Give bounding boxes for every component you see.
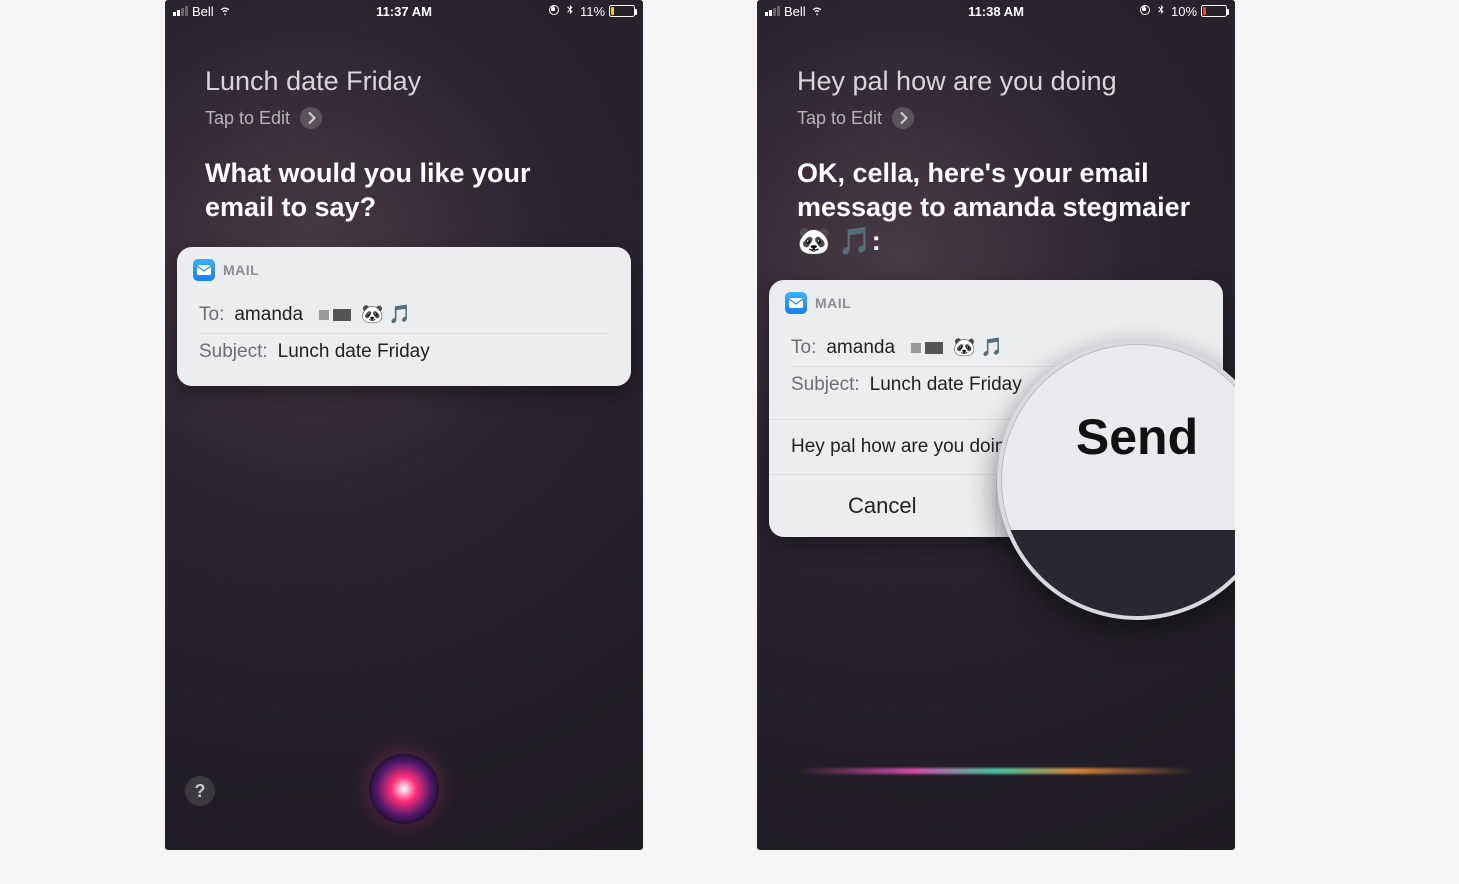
orientation-lock-icon — [1139, 4, 1151, 19]
tap-to-edit-label: Tap to Edit — [205, 108, 290, 129]
cancel-button[interactable]: Cancel — [769, 475, 996, 537]
mail-to-row[interactable]: To: amanda 🐼 🎵 — [199, 297, 609, 333]
mail-compose-card[interactable]: MAIL To: amanda 🐼 🎵 Subject: Lunch date … — [177, 247, 631, 386]
subject-label: Subject: — [199, 341, 268, 363]
chevron-right-icon — [892, 107, 914, 129]
carrier-label: Bell — [192, 4, 214, 19]
to-value: amanda — [826, 337, 895, 359]
subject-value: Lunch date Friday — [870, 374, 1022, 396]
status-bar: Bell 11:38 AM 10% — [757, 0, 1235, 22]
wifi-icon — [218, 3, 232, 20]
tap-to-edit-button[interactable]: Tap to Edit — [797, 107, 1195, 129]
contact-emoji: 🐼 🎵 — [953, 337, 1003, 359]
mail-app-icon — [785, 292, 807, 314]
contact-emoji: 🐼 🎵 — [361, 304, 411, 326]
chevron-right-icon — [300, 107, 322, 129]
cell-signal-icon — [765, 6, 780, 16]
carrier-label: Bell — [784, 4, 806, 19]
bluetooth-icon — [1155, 4, 1167, 19]
siri-user-transcript[interactable]: Lunch date Friday — [205, 66, 603, 97]
battery-pct: 11% — [580, 4, 605, 19]
siri-orb-icon[interactable] — [369, 754, 439, 824]
cell-signal-icon — [173, 6, 188, 16]
clock: 11:37 AM — [376, 4, 432, 19]
tap-to-edit-label: Tap to Edit — [797, 108, 882, 129]
redacted-name-icon — [319, 304, 351, 326]
battery-icon — [1201, 5, 1227, 17]
mail-app-label: MAIL — [815, 295, 851, 311]
clock: 11:38 AM — [968, 4, 1024, 19]
mail-app-label: MAIL — [223, 262, 259, 278]
phone-screenshot-right: Bell 11:38 AM 10% Hey pal how are you do… — [757, 0, 1235, 850]
bluetooth-icon — [564, 4, 576, 19]
mail-subject-row[interactable]: Subject: Lunch date Friday — [199, 333, 609, 370]
siri-response-text: What would you like your email to say? — [205, 157, 603, 225]
to-value: amanda — [234, 304, 303, 326]
zoomed-send-button[interactable]: Send — [1076, 408, 1198, 466]
battery-pct: 10% — [1171, 4, 1197, 19]
siri-response-text: OK, cella, here's your email message to … — [797, 157, 1195, 258]
tap-to-edit-button[interactable]: Tap to Edit — [205, 107, 603, 129]
siri-waveform-icon — [797, 768, 1195, 774]
orientation-lock-icon — [548, 4, 560, 19]
to-label: To: — [791, 337, 816, 359]
to-label: To: — [199, 304, 224, 326]
subject-label: Subject: — [791, 374, 860, 396]
battery-icon — [609, 5, 635, 17]
mail-app-icon — [193, 259, 215, 281]
phone-screenshot-left: Bell 11:37 AM 11% Lunch date Friday Tap … — [165, 0, 643, 850]
status-bar: Bell 11:37 AM 11% — [165, 0, 643, 22]
siri-help-button[interactable]: ? — [185, 776, 215, 806]
redacted-name-icon — [911, 337, 943, 359]
subject-value: Lunch date Friday — [278, 341, 430, 363]
siri-user-transcript[interactable]: Hey pal how are you doing — [797, 66, 1195, 97]
wifi-icon — [810, 3, 824, 20]
